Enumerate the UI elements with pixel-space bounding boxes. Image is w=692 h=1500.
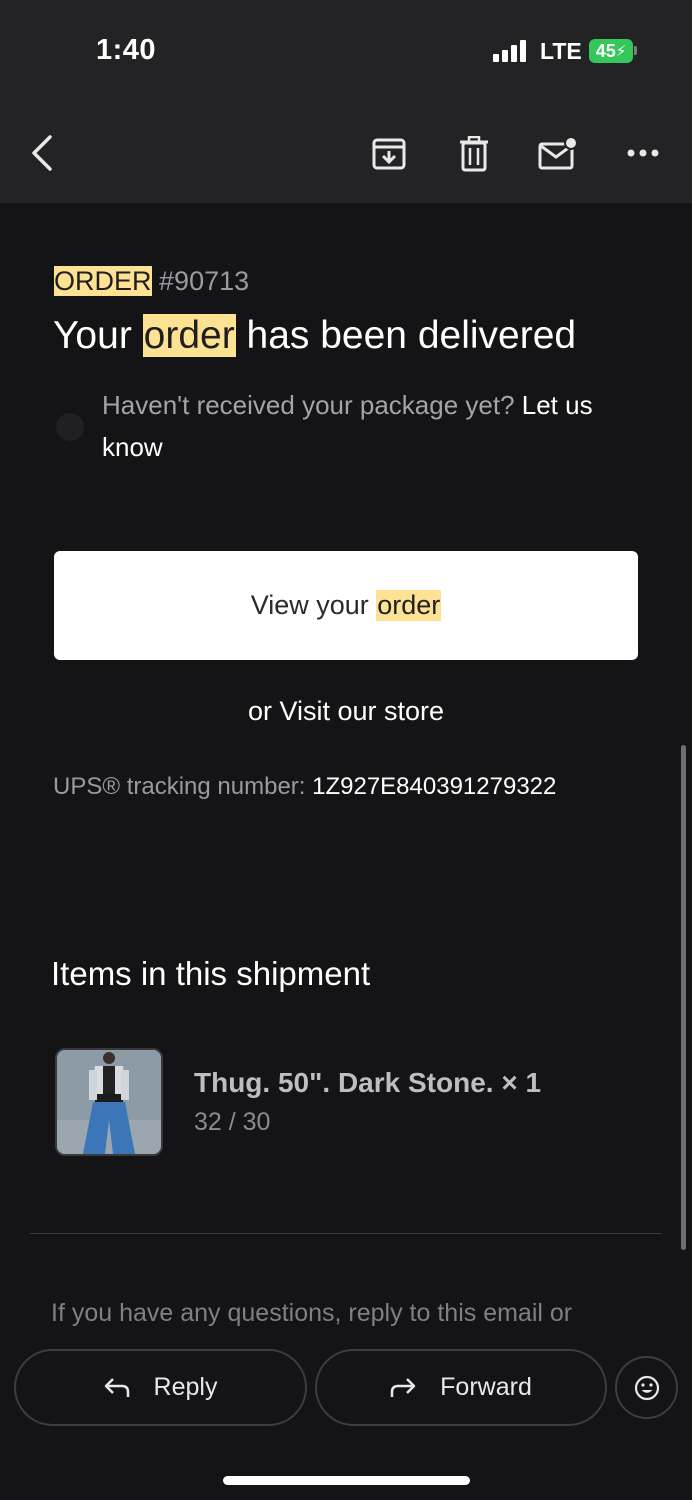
headline: Your order has been delivered bbox=[53, 314, 576, 358]
visit-store-link[interactable]: or Visit our store bbox=[0, 696, 692, 727]
help-question: Haven't received your package yet? bbox=[102, 390, 522, 420]
item-variant: 32 / 30 bbox=[194, 1108, 271, 1136]
headline-text: Your bbox=[53, 314, 143, 357]
reply-icon bbox=[104, 1377, 129, 1397]
battery-cap bbox=[634, 46, 637, 55]
divider bbox=[30, 1233, 662, 1234]
signal-icon bbox=[493, 40, 529, 62]
network-label: LTE bbox=[540, 38, 582, 64]
reply-label: Reply bbox=[153, 1373, 218, 1401]
order-number: #90713 bbox=[159, 266, 250, 296]
tracking-number-link[interactable]: 1Z927E840391279322 bbox=[312, 773, 556, 800]
forward-label: Forward bbox=[440, 1373, 532, 1401]
email-screen: 1:40 LTE 45 ⚡ ORDER #90713 Your order ha… bbox=[0, 0, 692, 1500]
forward-button[interactable]: Forward bbox=[315, 1349, 607, 1426]
footer-text: If you have any questions, reply to this… bbox=[51, 1299, 573, 1327]
top-bar: 1:40 LTE 45 ⚡ bbox=[0, 0, 692, 203]
product-thumbnail[interactable] bbox=[55, 1048, 163, 1156]
view-order-label: View your bbox=[250, 590, 377, 620]
items-section-title: Items in this shipment bbox=[51, 955, 371, 992]
mark-unread-icon[interactable] bbox=[536, 133, 580, 173]
status-time: 1:40 bbox=[96, 34, 157, 66]
reply-button[interactable]: Reply bbox=[14, 1349, 307, 1426]
view-order-button[interactable]: View your order bbox=[54, 551, 638, 660]
order-number-line: ORDER #90713 bbox=[54, 266, 249, 297]
archive-icon[interactable] bbox=[368, 133, 410, 175]
smiley-icon bbox=[634, 1375, 659, 1400]
home-indicator bbox=[223, 1476, 470, 1485]
trash-icon[interactable] bbox=[453, 133, 495, 175]
scrollbar[interactable] bbox=[681, 745, 686, 1250]
view-order-highlight: order bbox=[376, 590, 442, 621]
battery-level: 45 bbox=[595, 40, 616, 61]
forward-icon bbox=[390, 1377, 416, 1397]
headline-text-end: has been delivered bbox=[235, 314, 577, 357]
help-icon bbox=[56, 413, 84, 441]
battery-icon: 45 ⚡ bbox=[589, 39, 633, 63]
item-name: Thug. 50". Dark Stone. × 1 bbox=[194, 1067, 542, 1098]
help-text: Haven't received your package yet? Let u… bbox=[102, 384, 642, 468]
headline-highlight: order bbox=[142, 314, 236, 357]
tracking-line: UPS® tracking number: 1Z927E840391279322 bbox=[53, 773, 556, 801]
tracking-label: UPS® tracking number: bbox=[53, 773, 313, 800]
more-icon[interactable] bbox=[623, 140, 663, 166]
back-arrow-icon[interactable] bbox=[22, 132, 62, 174]
emoji-reaction-button[interactable] bbox=[615, 1356, 678, 1419]
order-label: ORDER bbox=[54, 266, 152, 296]
